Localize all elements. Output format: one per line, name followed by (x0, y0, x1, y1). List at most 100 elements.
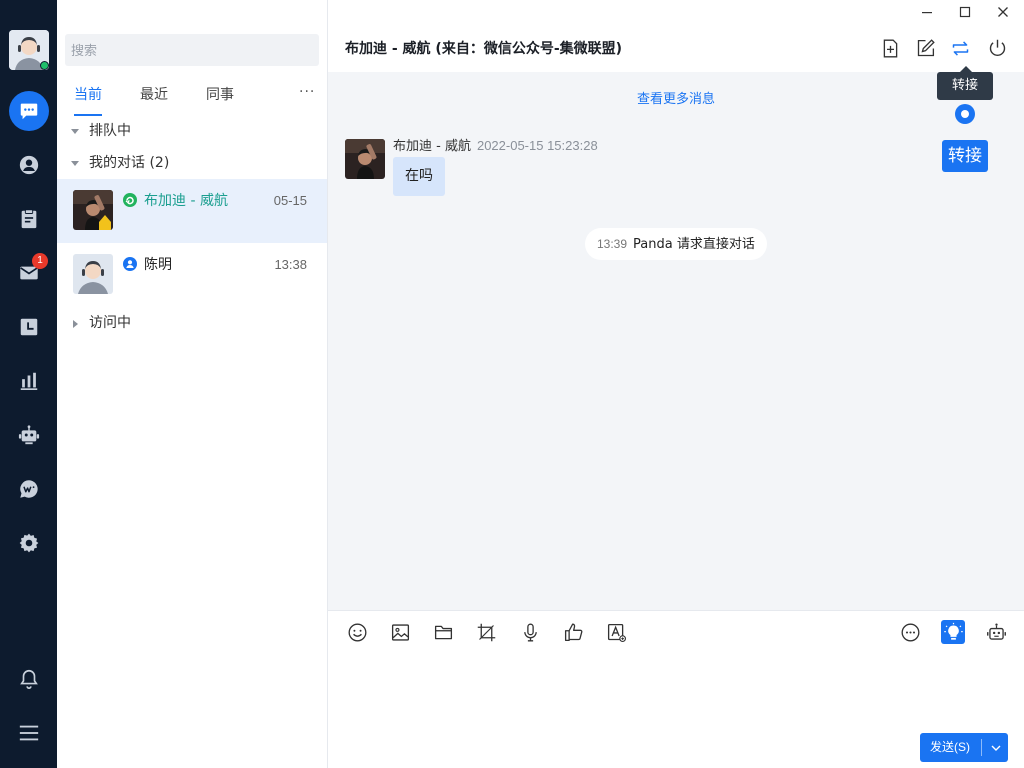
rail-menu-button[interactable] (9, 713, 49, 753)
highlight-marker (955, 104, 975, 124)
message-bubble: 在吗 (393, 157, 445, 196)
unread-badge: 1 (32, 253, 48, 269)
rail-wechat-button[interactable] (9, 469, 49, 509)
user-circle-icon (19, 155, 39, 175)
smart-assist-button[interactable] (941, 620, 965, 644)
chevron-down-icon (71, 161, 79, 166)
conversation-item[interactable]: 陈明 13:38 (57, 243, 327, 307)
load-more-link[interactable]: 查看更多消息 (328, 88, 1024, 107)
chevron-right-icon (73, 320, 78, 328)
send-label: 发送(S) (930, 740, 970, 754)
list-tabs: 当前 最近 同事 ··· (57, 84, 328, 116)
tabs-more-button[interactable]: ··· (299, 84, 315, 100)
edit-button[interactable] (913, 36, 937, 60)
rail-robot-button[interactable] (9, 415, 49, 455)
crop-icon (477, 623, 495, 641)
lightbulb-icon (943, 622, 963, 640)
smiley-icon (348, 623, 366, 641)
screenshot-button[interactable] (474, 620, 498, 644)
wechat-channel-icon (123, 193, 137, 207)
quick-reply-button[interactable] (898, 620, 922, 644)
transfer-button[interactable] (948, 36, 972, 60)
rail-customers-button[interactable] (9, 145, 49, 185)
message-meta: 布加迪 - 威航 2022-05-15 15:23:28 (393, 137, 598, 156)
new-note-button[interactable] (878, 36, 902, 60)
chat-bubble-icon (20, 103, 38, 120)
robot-icon (986, 622, 1006, 640)
transfer-callout: 转接 (942, 140, 988, 172)
emoji-button[interactable] (345, 620, 369, 644)
rail-notifications-button[interactable] (9, 659, 49, 699)
send-options-dropdown[interactable] (983, 733, 1008, 762)
system-message-text: Panda 请求直接对话 (633, 237, 755, 252)
sender-avatar (345, 139, 385, 179)
close-button[interactable] (984, 0, 1022, 24)
rail-chat-button[interactable] (9, 91, 49, 131)
rating-button[interactable] (561, 620, 585, 644)
chevron-down-icon (71, 129, 79, 134)
microphone-icon (523, 623, 537, 641)
composer: 发送(S) (328, 610, 1024, 768)
group-visiting[interactable]: 访问中 (57, 313, 328, 339)
image-button[interactable] (388, 620, 412, 644)
group-my-conversations[interactable]: 我的对话 (2) (57, 153, 328, 179)
tab-colleagues[interactable]: 同事 (206, 84, 234, 104)
transfer-icon (952, 40, 968, 56)
voice-button[interactable] (518, 620, 542, 644)
gear-icon (19, 533, 39, 553)
chat-header: 布加迪 - 威航 (来自：微信公众号-集微联盟) (328, 24, 1024, 72)
minimize-icon (922, 12, 932, 14)
rail-reports-button[interactable] (9, 361, 49, 401)
group-queue[interactable]: 排队中 (57, 121, 328, 147)
message-time: 2022-05-15 15:23:28 (476, 138, 598, 153)
rail-settings-button[interactable] (9, 523, 49, 563)
conversation-name: 陈明 (144, 257, 172, 273)
robot-assist-button[interactable] (984, 620, 1008, 644)
user-channel-icon (123, 257, 137, 271)
group-mine-label: 我的对话 (2) (89, 155, 170, 171)
bar-chart-icon (20, 372, 38, 390)
bell-icon (20, 669, 38, 689)
conversation-item[interactable]: 布加迪 - 威航 05-15 (57, 179, 327, 243)
chat-main: 布加迪 - 威航 (来自：微信公众号-集微联盟) 转接 转接 查看更多消息 布加… (328, 0, 1024, 768)
file-button[interactable] (431, 620, 455, 644)
end-session-button[interactable] (985, 36, 1009, 60)
clock-icon (20, 318, 38, 336)
contact-avatar (73, 254, 113, 294)
thumbs-up-icon (564, 623, 582, 641)
message-sender: 布加迪 - 威航 (393, 139, 471, 154)
group-queue-label: 排队中 (89, 123, 131, 139)
nav-rail: 1 (0, 0, 57, 768)
system-message-time: 13:39 (597, 237, 628, 251)
send-button[interactable]: 发送(S) (920, 733, 1008, 762)
transfer-tooltip: 转接 (937, 66, 993, 100)
send-divider (981, 739, 982, 756)
conversation-time: 05-15 (273, 193, 307, 208)
tab-recent[interactable]: 最近 (140, 84, 168, 104)
chat-title: 布加迪 - 威航 (来自：微信公众号-集微联盟) (345, 41, 623, 57)
wechat-icon (20, 480, 38, 498)
search-input[interactable] (65, 34, 319, 66)
message-history: 查看更多消息 布加迪 - 威航 2022-05-15 15:23:28 在吗 13… (328, 72, 1024, 610)
maximize-icon (959, 6, 971, 18)
chevron-down-icon (991, 745, 1000, 751)
close-icon (998, 7, 1008, 17)
conversation-list-pane: 当前 最近 同事 ··· 排队中 我的对话 (2) 布加迪 - 威航 05-15… (57, 0, 328, 768)
edit-icon (917, 38, 935, 56)
system-message: 13:39 Panda 请求直接对话 (585, 228, 767, 260)
contact-avatar (73, 190, 113, 230)
conversation-name: 布加迪 - 威航 (144, 193, 228, 209)
power-icon (989, 39, 1005, 56)
rail-tickets-button[interactable] (9, 199, 49, 239)
hamburger-icon (19, 725, 39, 741)
window-titlebar (328, 0, 1024, 24)
maximize-button[interactable] (946, 0, 984, 24)
text-style-button[interactable] (604, 620, 628, 644)
minimize-button[interactable] (908, 0, 946, 24)
rail-history-button[interactable] (9, 307, 49, 347)
tab-current[interactable]: 当前 (74, 84, 102, 104)
group-visiting-label: 访问中 (89, 315, 131, 331)
active-tab-indicator (74, 114, 102, 116)
conversation-time: 13:38 (274, 257, 307, 272)
image-icon (391, 623, 409, 641)
